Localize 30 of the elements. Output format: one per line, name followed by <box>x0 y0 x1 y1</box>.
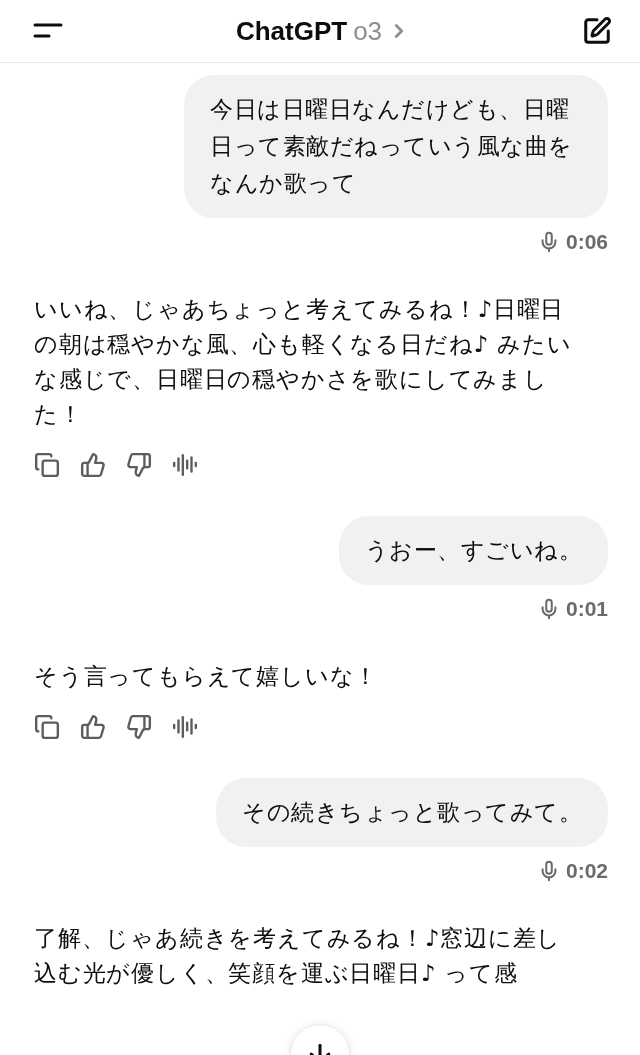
user-message: その続きちょっと歌ってみて。 <box>216 778 608 847</box>
copy-button[interactable] <box>34 714 60 740</box>
thumbs-up-icon <box>80 452 106 478</box>
user-message: 今日は日曜日なんだけども、日曜日って素敵だねっていう風な曲をなんか歌って <box>184 75 608 218</box>
read-aloud-button[interactable] <box>172 714 198 740</box>
model-selector[interactable]: ChatGPT o3 <box>231 11 415 51</box>
thumbs-up-button[interactable] <box>80 452 106 478</box>
user-message: うおー、すごいね。 <box>338 516 608 585</box>
pen-square-icon <box>582 16 612 46</box>
voice-duration: 0:02 <box>565 859 608 883</box>
assistant-message: 了解、じゃあ続きを考えてみるね！♪窓辺に差し込む光が優しく、笑顔を運ぶ日曜日♪ って感 <box>34 924 563 988</box>
model-name: o3 <box>353 15 383 47</box>
thumbs-down-icon <box>126 452 152 478</box>
thumbs-down-button[interactable] <box>126 714 152 740</box>
copy-button[interactable] <box>34 452 60 478</box>
voice-duration: 0:01 <box>565 597 608 621</box>
assistant-message: そう言ってもらえて嬉しいな！ <box>34 662 380 691</box>
thumbs-up-button[interactable] <box>80 714 106 740</box>
audio-wave-icon <box>172 714 198 740</box>
menu-icon <box>32 21 64 41</box>
app-title: ChatGPT <box>235 15 348 47</box>
read-aloud-button[interactable] <box>172 452 198 478</box>
copy-icon <box>34 452 60 478</box>
voice-duration: 0:06 <box>565 230 608 254</box>
thumbs-up-icon <box>80 714 106 740</box>
audio-wave-icon <box>172 452 198 478</box>
thumbs-down-icon <box>126 714 152 740</box>
copy-icon <box>34 714 60 740</box>
thumbs-down-button[interactable] <box>126 452 152 478</box>
assistant-message: いいね、じゃあちょっと考えてみるね！♪日曜日の朝は穏やかな風、心も軽くなる日だね♪ みたいな感じで、日曜日の穏やかさを歌にしてみました！ <box>34 295 573 429</box>
